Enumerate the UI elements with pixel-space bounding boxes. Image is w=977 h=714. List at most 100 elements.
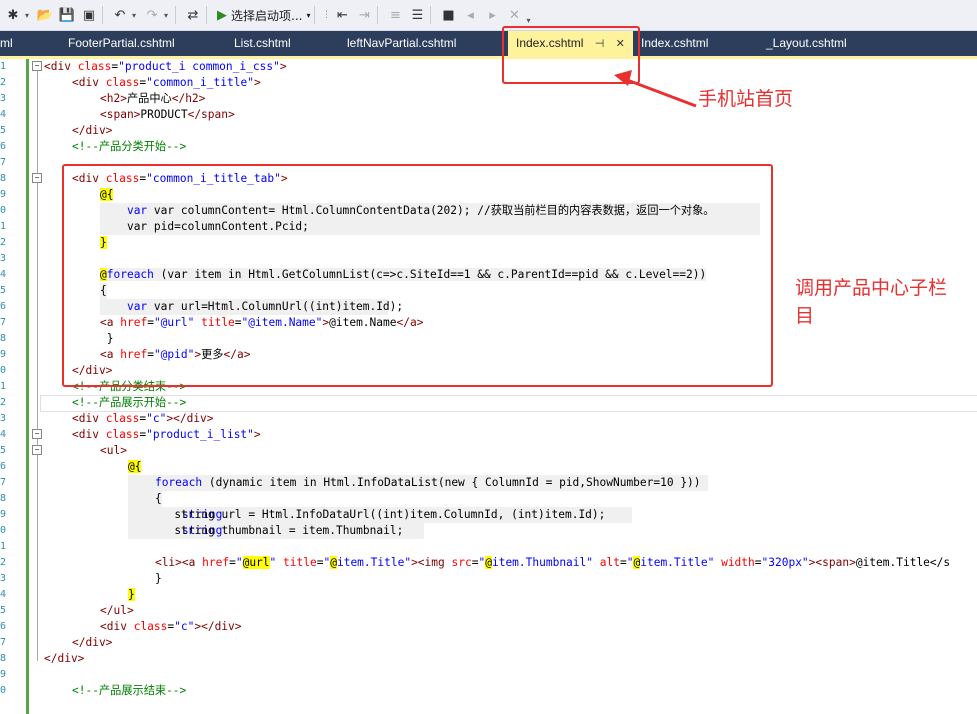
code-line: <div class="common_i_title"> [72, 76, 261, 89]
code-line: <div class="product_i_list"> [72, 428, 261, 441]
line-number: 5 [0, 605, 6, 616]
line-number: 6 [0, 141, 6, 152]
line-number: 7 [0, 317, 6, 328]
new-project-icon[interactable]: ✱ [4, 6, 22, 24]
fold-toggle[interactable]: − [32, 429, 42, 439]
code-line: } [100, 332, 114, 345]
open-folder-icon[interactable]: 📂 [36, 6, 54, 24]
tab-partial[interactable]: ml [0, 31, 13, 56]
outdent-icon[interactable]: ⇤ [333, 6, 351, 24]
code-editor[interactable]: 1 2 3 4 5 6 7 8 9 0 1 2 3 4 5 6 7 8 9 0 1 2 3 4 5 6 7 8 9 0 1 2 3 4 5 6 7 8 9 0… [0, 59, 977, 714]
annotation-text-line1: 调用产品中心子栏 [795, 277, 948, 299]
prev-bookmark-icon[interactable]: ◂ [461, 6, 479, 24]
code-line: </div> [72, 124, 113, 137]
code-line: @{ [128, 460, 142, 473]
start-button[interactable]: ▶ 选择启动项... ▾ [217, 7, 310, 24]
line-number: 0 [0, 365, 6, 376]
line-number: 3 [0, 413, 6, 424]
code-line: stringstring thumbnail = item.Thumbnail; [128, 523, 424, 539]
tab-label: Index.cshtml [516, 36, 584, 50]
line-number: 3 [0, 573, 6, 584]
line-number: 3 [0, 93, 6, 104]
fold-toggle[interactable]: − [32, 61, 42, 71]
line-number: 5 [0, 125, 6, 136]
browser-link-icon[interactable]: ⇄ [184, 6, 202, 24]
line-number: 4 [0, 109, 6, 120]
line-number: 2 [0, 237, 6, 248]
save-all-icon[interactable]: ▣ [80, 6, 98, 24]
code-line: @foreach (var item in Html.GetColumnList… [100, 268, 707, 281]
line-number: 1 [0, 541, 6, 552]
close-icon[interactable]: ✕ [616, 32, 625, 57]
fold-guide [37, 71, 38, 661]
tab-label: Index.cshtml [641, 36, 709, 50]
tab-index[interactable]: Index.cshtml [641, 31, 708, 56]
line-number: 1 [0, 221, 6, 232]
fold-toggle[interactable]: − [32, 445, 42, 455]
code-line: foreach (dynamic item in Html.InfoDataLi… [128, 475, 708, 491]
annotation-text-line2: 目 [795, 305, 815, 327]
line-number: 5 [0, 285, 6, 296]
code-line: <li><a href="@url" title="@item.Title"><… [154, 556, 951, 569]
clear-bookmarks-icon[interactable]: ✕ [505, 6, 523, 24]
tab-index-active[interactable]: Index.cshtml ⊣ ✕ [508, 31, 633, 56]
code-line: <!--产品展示开始--> [72, 396, 187, 409]
toolbar-separator [430, 6, 432, 24]
tab-layout[interactable]: _Layout.cshtml [766, 31, 847, 56]
line-number: 0 [0, 685, 6, 696]
comment-icon[interactable]: ≡ [386, 6, 404, 24]
tab-label: _Layout.cshtml [766, 36, 847, 50]
toolbar-overflow-icon[interactable]: ▾ [523, 11, 533, 29]
code-line: <div class="common_i_title_tab"> [72, 172, 288, 185]
redo-icon[interactable]: ↷ [143, 6, 161, 24]
line-number: 4 [0, 589, 6, 600]
code-line: <div class="product_i common_i_css"> [44, 60, 287, 73]
tab-footer-partial[interactable]: FooterPartial.cshtml [68, 31, 175, 56]
fold-toggle[interactable]: − [32, 173, 42, 183]
code-line: } [128, 588, 135, 601]
chevron-down-icon[interactable]: ▾ [161, 6, 171, 24]
line-number: 3 [0, 253, 6, 264]
undo-icon[interactable]: ↶ [111, 6, 129, 24]
pin-icon[interactable]: ⊣ [595, 32, 605, 57]
code-line: { [100, 283, 107, 299]
play-icon: ▶ [217, 7, 227, 23]
code-line: <div class="c"></div> [100, 620, 242, 633]
code-line: <!--产品展示结束--> [72, 684, 187, 697]
code-line: } [100, 236, 107, 249]
code-line: <!--产品分类开始--> [72, 140, 187, 153]
toolbar-separator [377, 6, 379, 24]
line-number: 9 [0, 669, 6, 680]
code-line: <a href="@pid">更多</a> [100, 348, 251, 361]
chevron-down-icon[interactable]: ▾ [129, 6, 139, 24]
line-number: 8 [0, 333, 6, 344]
code-line: <h2>产品中心</h2> [100, 92, 206, 105]
line-number: 7 [0, 477, 6, 488]
annotation-text-mobile-home: 手机站首页 [698, 88, 794, 110]
indent-icon[interactable]: ⇥ [355, 6, 373, 24]
save-icon[interactable]: 💾 [58, 6, 76, 24]
line-number: 4 [0, 269, 6, 280]
tab-left-nav-partial[interactable]: leftNavPartial.cshtml [347, 31, 456, 56]
tab-label: FooterPartial.cshtml [68, 36, 175, 50]
line-number: 8 [0, 173, 6, 184]
tab-list[interactable]: List.cshtml [234, 31, 291, 56]
line-number: 2 [0, 557, 6, 568]
code-line: stringstring url = Html.InfoDataUrl((int… [128, 507, 632, 523]
line-number: 5 [0, 445, 6, 456]
line-number: 6 [0, 621, 6, 632]
next-bookmark-icon[interactable]: ▸ [483, 6, 501, 24]
line-number: 8 [0, 653, 6, 664]
uncomment-icon[interactable]: ☰ [408, 6, 426, 24]
bookmark-icon[interactable]: ■ [439, 6, 457, 24]
arrow-icon [614, 70, 697, 108]
toolbar: ✱ ▾ 📂 💾 ▣ ↶ ▾ ↷ ▾ ⇄ ▶ 选择启动项... ▾ ⋮ ⇤ ⇥ ≡… [0, 0, 977, 31]
chevron-down-icon[interactable]: ▾ [22, 6, 32, 24]
code-line: var pid=columnContent.Pcid; [100, 219, 760, 235]
code-line: { [128, 491, 162, 507]
line-number: 4 [0, 429, 6, 440]
line-number: 7 [0, 157, 6, 168]
code-line: <span>PRODUCT</span> [100, 108, 235, 121]
change-margin [26, 59, 29, 714]
line-number: 0 [0, 525, 6, 536]
